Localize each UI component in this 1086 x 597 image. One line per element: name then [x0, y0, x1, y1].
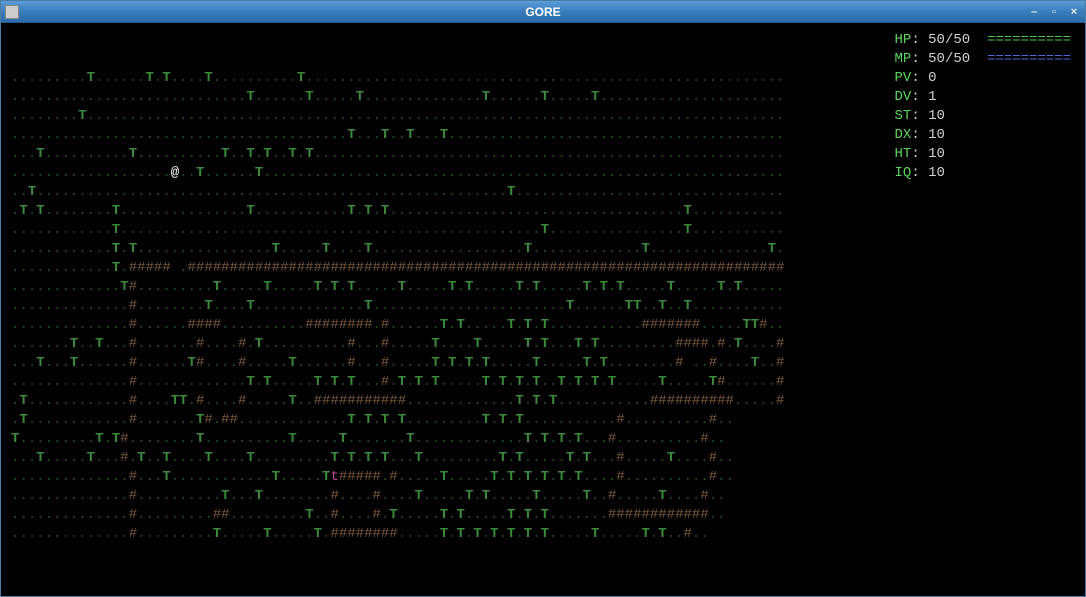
map-row: ..............#...T............T.....Tt#…: [11, 468, 1075, 487]
map-row: T.........T.T#........T..........T.....T…: [11, 430, 1075, 449]
stat-row: PV: 0: [895, 69, 1071, 88]
map-row: .......T..T...#.......#....#.T..........…: [11, 335, 1075, 354]
game-viewport[interactable]: .........T......T.T....T..........T.....…: [1, 23, 1085, 596]
map-row: ............T.##### .###################…: [11, 259, 1075, 278]
titlebar[interactable]: GORE – ▫ ×: [1, 1, 1085, 23]
map-row: ...T.....T...#.T..T....T....T.........T.…: [11, 449, 1075, 468]
map-row: ............T.T................T.....T..…: [11, 240, 1075, 259]
map-row: ..............#..........T...T........#.…: [11, 487, 1075, 506]
map-row: ..............#.........##.........T..#.…: [11, 506, 1075, 525]
minimize-button[interactable]: –: [1027, 5, 1041, 19]
app-icon: [5, 5, 19, 19]
stats-panel: HP: 50/50 ==========MP: 50/50 ==========…: [895, 31, 1071, 183]
map-row: .............T#.........T.....T.....T.T.…: [11, 278, 1075, 297]
map-row: ..............#........T....T...........…: [11, 297, 1075, 316]
map-row: .T............#.......T#.##.............…: [11, 411, 1075, 430]
player-glyph: @: [171, 165, 179, 181]
map-row: ..............#......####..........#####…: [11, 316, 1075, 335]
map-row: ...T...T......#......T#....#.....T......…: [11, 354, 1075, 373]
window-title: GORE: [525, 5, 560, 19]
stat-row: HP: 50/50 ==========: [895, 31, 1071, 50]
map-row: ..............#.........T.....T.....T.##…: [11, 525, 1075, 544]
map-row: .T.T........T...............T...........…: [11, 202, 1075, 221]
map-row: .T............#....TT.#....#.....T..####…: [11, 392, 1075, 411]
map-row: ..T.....................................…: [11, 183, 1075, 202]
close-button[interactable]: ×: [1067, 5, 1081, 19]
map-row: ............T...........................…: [11, 221, 1075, 240]
stat-row: DX: 10: [895, 126, 1071, 145]
map-row: ..............#.............T.T.....T.T.…: [11, 373, 1075, 392]
stat-row: DV: 1: [895, 88, 1071, 107]
window-controls: – ▫ ×: [1027, 5, 1081, 19]
stat-row: IQ: 10: [895, 164, 1071, 183]
npc-glyph: t: [330, 469, 338, 485]
maximize-button[interactable]: ▫: [1047, 5, 1061, 19]
stat-row: HT: 10: [895, 145, 1071, 164]
stat-row: MP: 50/50 ==========: [895, 50, 1071, 69]
app-window: GORE – ▫ × .........T......T.T....T.....…: [0, 0, 1086, 597]
stat-row: ST: 10: [895, 107, 1071, 126]
